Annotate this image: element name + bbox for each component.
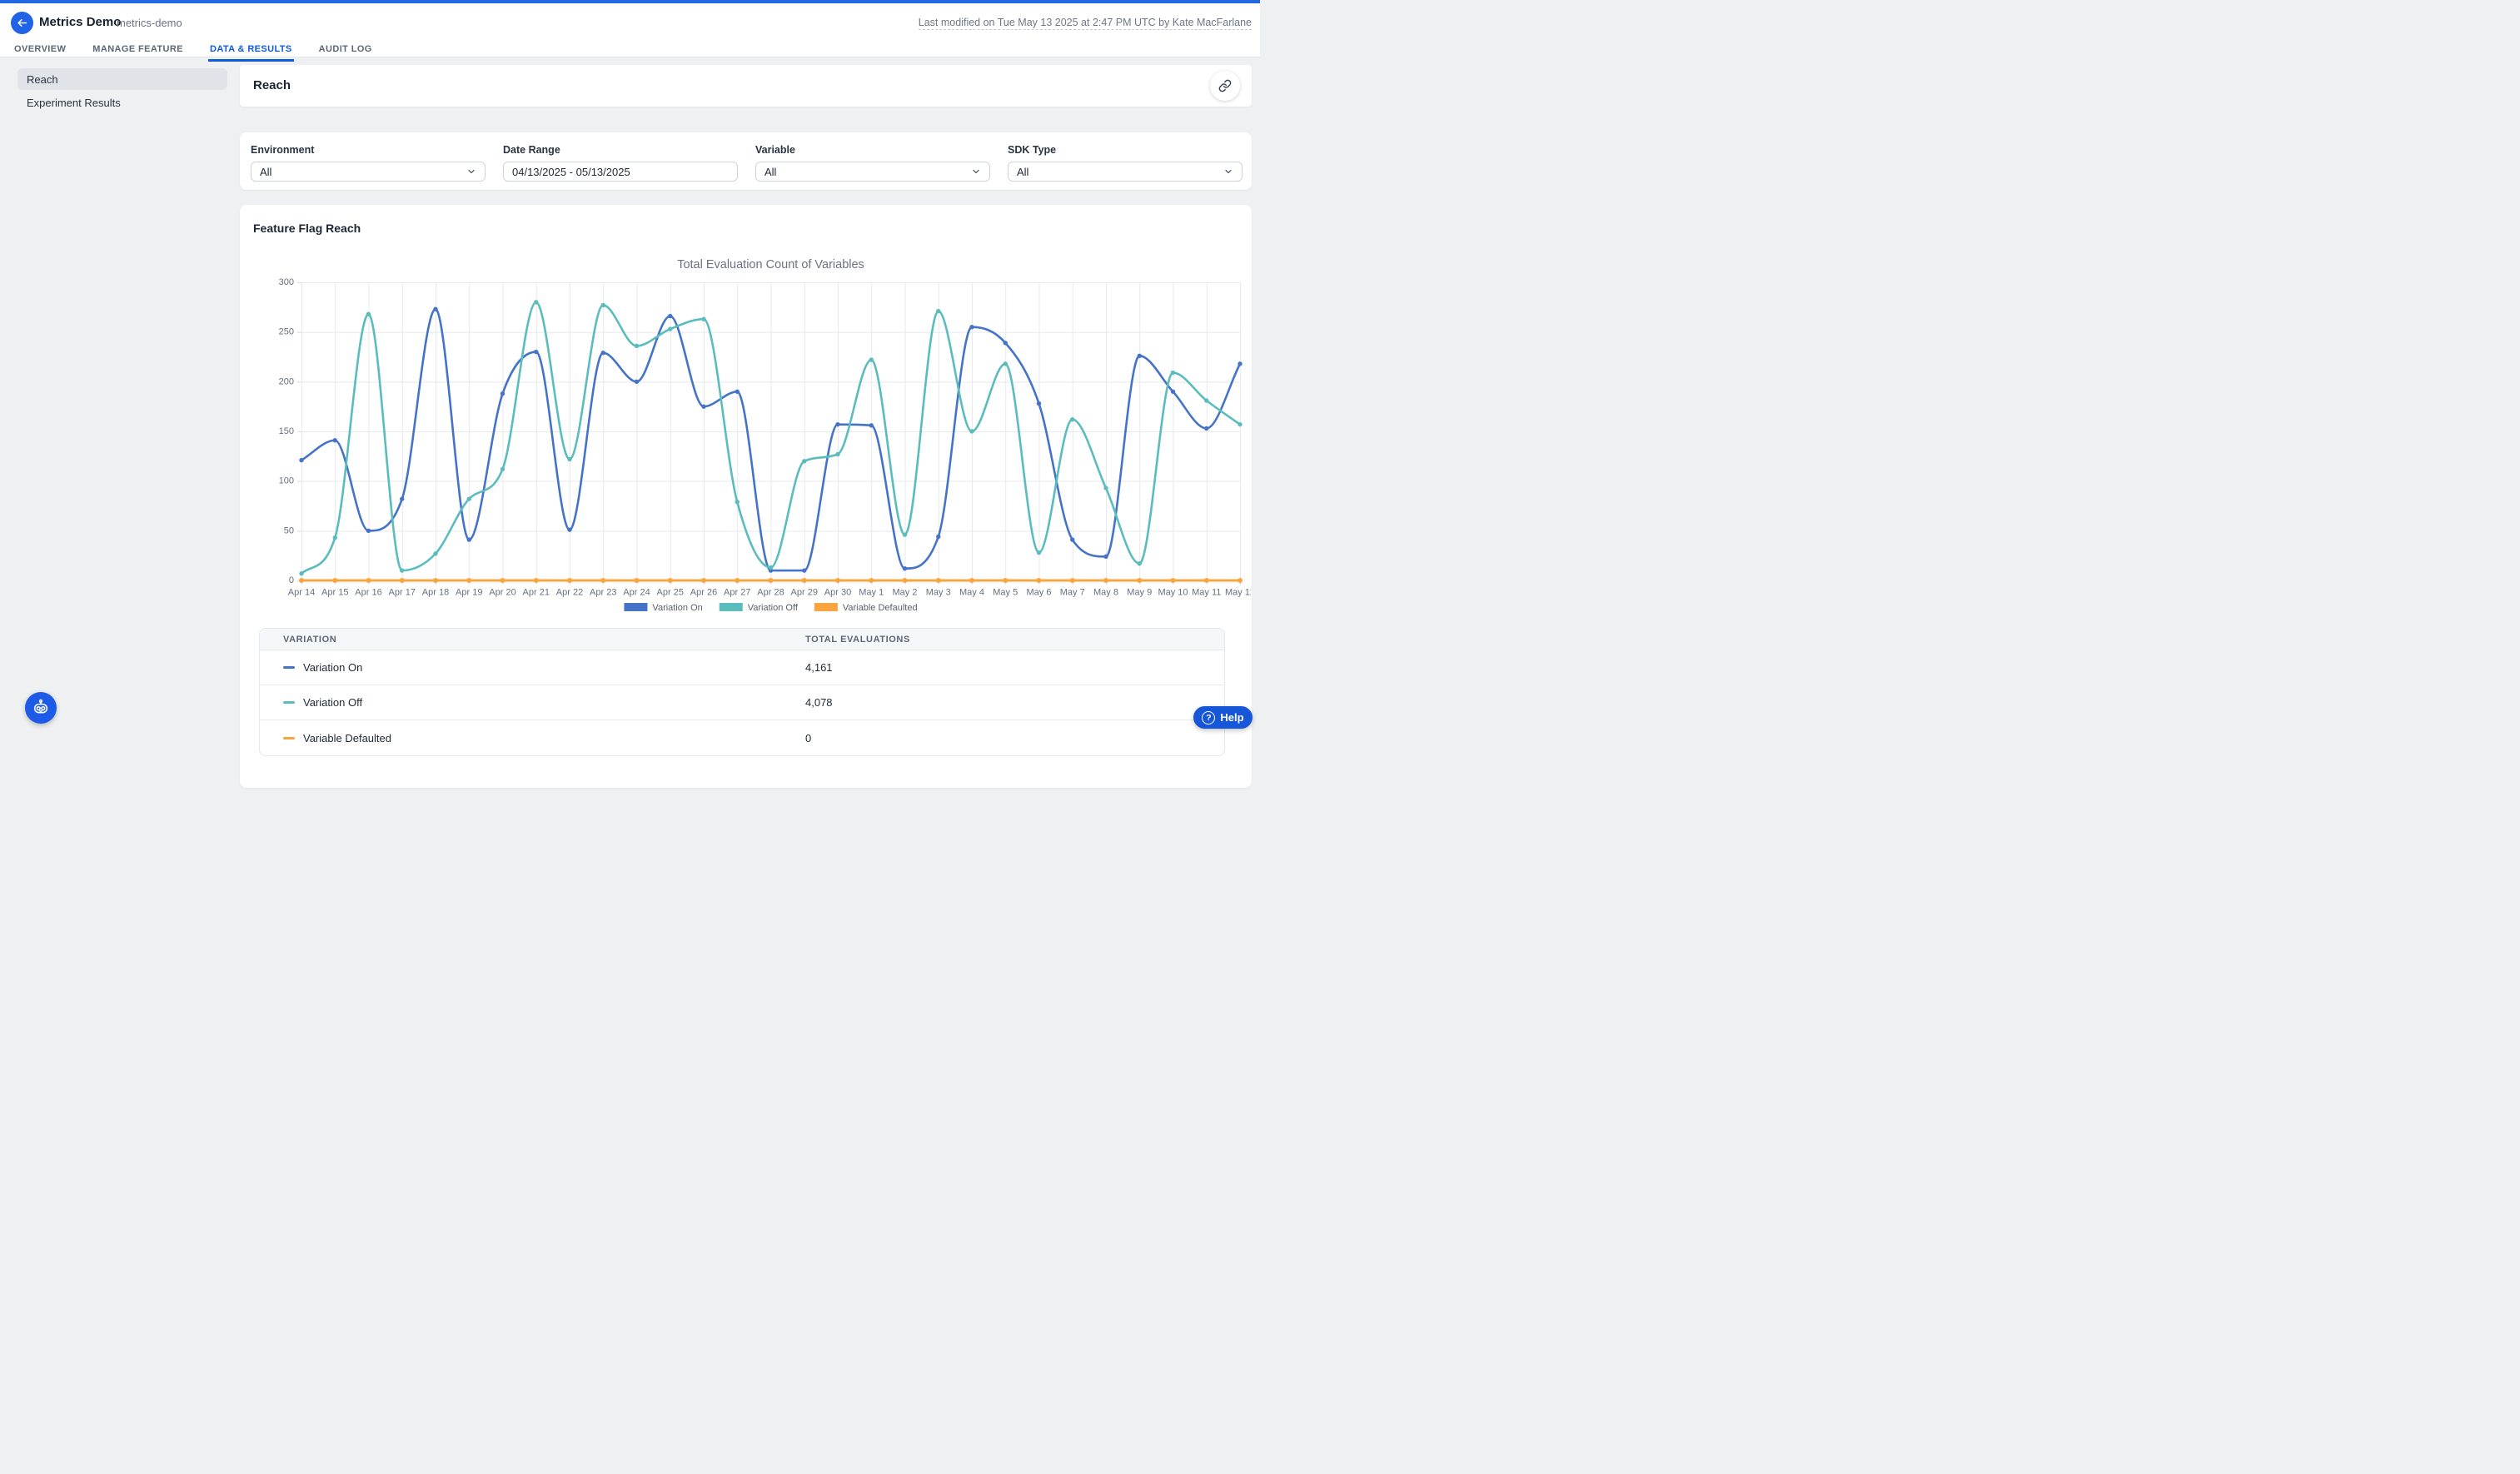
arrow-left-icon xyxy=(16,17,28,29)
table-row: Variable Defaulted 0 xyxy=(260,720,1224,755)
robot-icon xyxy=(32,699,50,717)
copy-link-button[interactable] xyxy=(1210,71,1240,101)
chevron-down-icon xyxy=(466,167,476,177)
column-header-variation: VARIATION xyxy=(260,635,782,645)
variation-off-swatch xyxy=(283,701,295,704)
date-range-label: Date Range xyxy=(503,144,738,156)
tab-overview[interactable]: OVERVIEW xyxy=(12,41,67,62)
row-label: Variable Defaulted xyxy=(303,732,391,744)
variable-defaulted-swatch xyxy=(283,737,295,739)
back-button[interactable] xyxy=(11,12,33,34)
variation-on-swatch xyxy=(283,666,295,669)
link-icon xyxy=(1218,79,1232,92)
table-row: Variation Off 4,078 xyxy=(260,685,1224,720)
last-modified-text[interactable]: Last modified on Tue May 13 2025 at 2:47… xyxy=(919,17,1252,30)
tab-data-and-results[interactable]: DATA & RESULTS xyxy=(208,41,294,62)
row-value: 4,161 xyxy=(782,661,1224,674)
chevron-down-icon xyxy=(1223,167,1233,177)
question-mark-icon: ? xyxy=(1202,711,1215,725)
table-header-row: VARIATION TOTAL EVALUATIONS xyxy=(260,629,1224,650)
chevron-down-icon xyxy=(971,167,981,177)
row-label: Variation On xyxy=(303,661,362,674)
variable-label: Variable xyxy=(755,144,990,156)
reach-header-card: Reach xyxy=(240,65,1252,107)
date-range-input[interactable] xyxy=(503,162,738,182)
column-header-total-evaluations: TOTAL EVALUATIONS xyxy=(782,635,1224,645)
environment-label: Environment xyxy=(251,144,486,156)
tab-manage-feature[interactable]: MANAGE FEATURE xyxy=(91,41,185,62)
variable-value: All xyxy=(764,166,776,178)
assistant-robot-button[interactable] xyxy=(25,692,57,724)
feature-key: metrics-demo xyxy=(117,17,182,29)
reach-line-chart-canvas[interactable] xyxy=(276,250,1251,620)
tab-bar: OVERVIEW MANAGE FEATURE DATA & RESULTS A… xyxy=(12,41,374,62)
help-button-label: Help xyxy=(1220,711,1243,724)
feature-title: Metrics Demo xyxy=(39,15,121,29)
environment-select[interactable]: All xyxy=(251,162,486,182)
filters-card: Environment All Date Range Variable All … xyxy=(240,132,1252,190)
row-value: 4,078 xyxy=(782,696,1224,709)
environment-value: All xyxy=(260,166,271,178)
sdk-type-label: SDK Type xyxy=(1008,144,1243,156)
sidebar-item-experiment-results[interactable]: Experiment Results xyxy=(17,92,227,113)
row-label: Variation Off xyxy=(303,696,362,709)
app-header: Metrics Demo metrics-demo Last modified … xyxy=(0,3,1260,57)
feature-flag-reach-card: Feature Flag Reach VARIATION TOTAL EVALU… xyxy=(240,205,1252,788)
variation-totals-table: VARIATION TOTAL EVALUATIONS Variation On… xyxy=(259,628,1225,756)
row-value: 0 xyxy=(782,732,1224,744)
variable-select[interactable]: All xyxy=(755,162,990,182)
page-title: Reach xyxy=(253,78,291,92)
sdk-type-value: All xyxy=(1017,166,1028,178)
tab-audit-log[interactable]: AUDIT LOG xyxy=(317,41,374,62)
table-row: Variation On 4,161 xyxy=(260,650,1224,685)
sidebar-item-reach[interactable]: Reach xyxy=(17,68,227,90)
sdk-type-select[interactable]: All xyxy=(1008,162,1243,182)
chart-card-title: Feature Flag Reach xyxy=(253,222,361,235)
help-button[interactable]: ? Help xyxy=(1193,706,1253,729)
